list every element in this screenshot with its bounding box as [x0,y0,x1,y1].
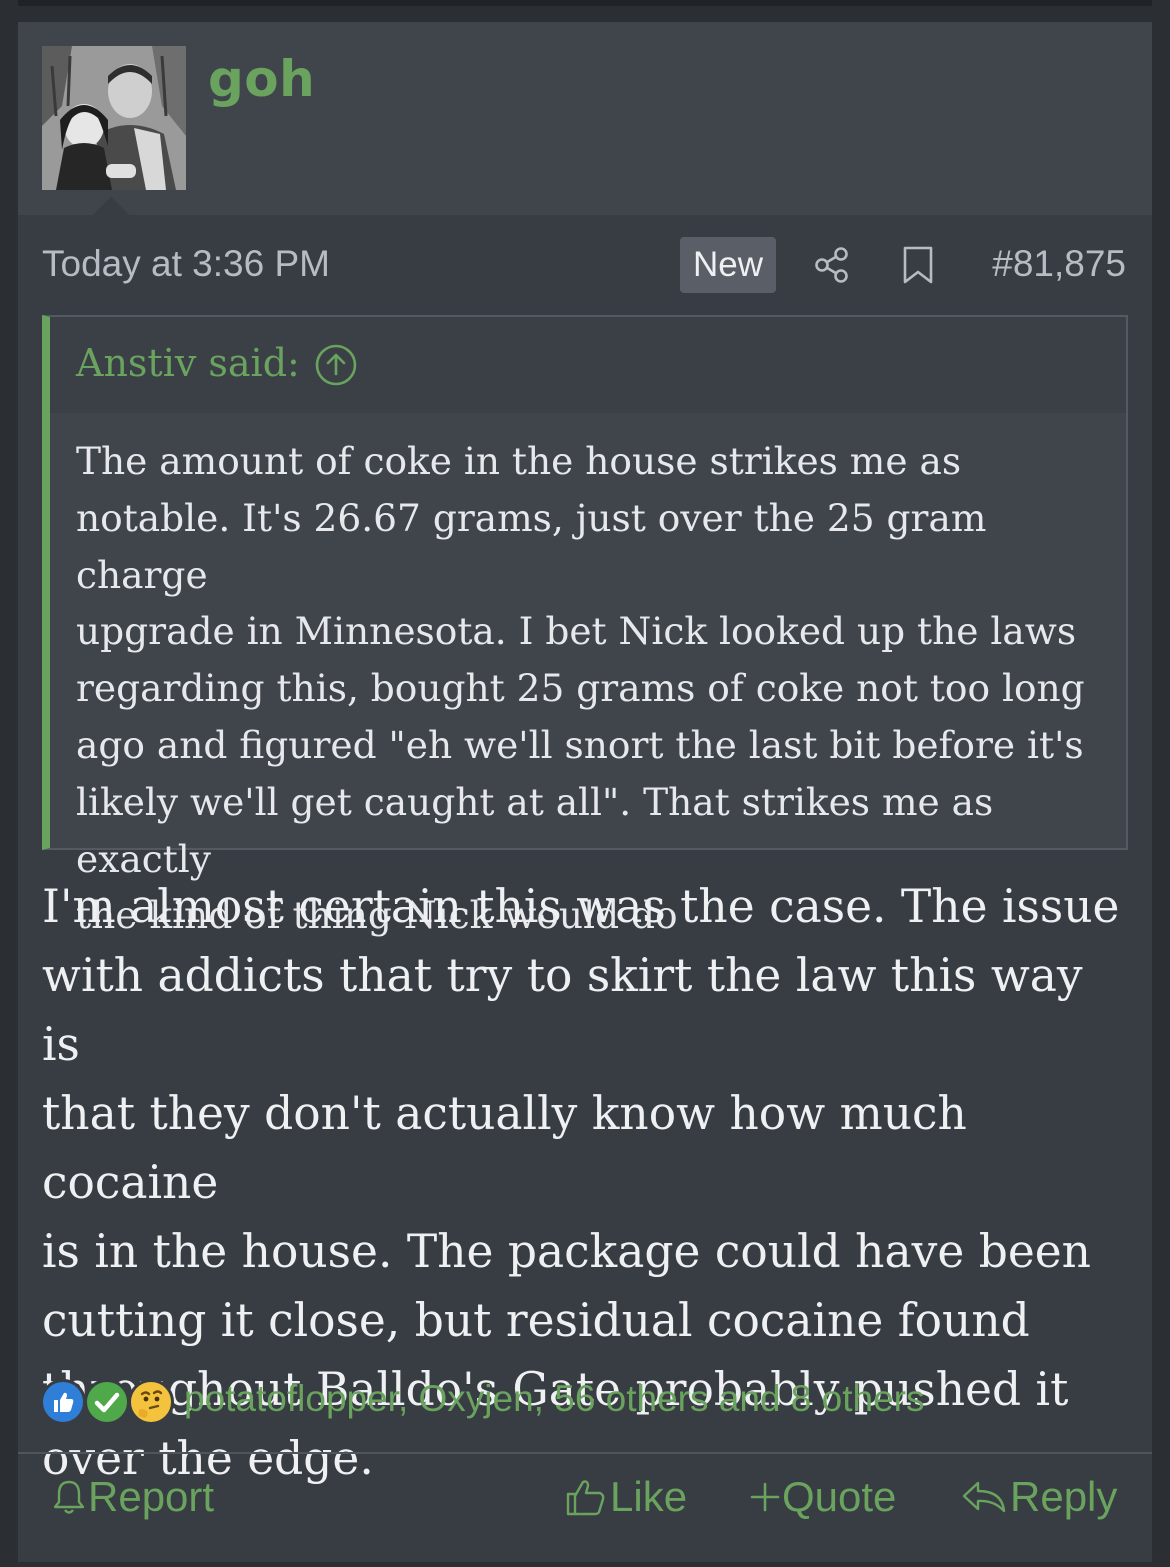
reply-arrow-icon [962,1481,1006,1513]
reaction-icons[interactable] [40,1377,180,1427]
message-line: I'm almost certain this was the case. Th… [42,880,1120,933]
reply-label: Reply [1010,1473,1118,1520]
previous-post-edge [18,0,1152,6]
jump-to-quote-icon[interactable] [314,343,358,392]
message-line: that they don't actually know how much c… [42,1087,967,1209]
share-icon[interactable] [812,245,852,290]
plus-icon [750,1482,780,1512]
quote-line: regarding this, bought 25 grams of coke … [76,666,1085,711]
post-action-bar: Report Like Quote Reply [18,1467,1152,1527]
agree-check-reaction-icon [84,1379,130,1425]
reaction-summary-link[interactable]: potatoflopper, Oxyjen, 56 others and 8 o… [184,1378,925,1420]
reaction-bar[interactable]: potatoflopper, Oxyjen, 56 others and 8 o… [40,1377,1140,1427]
quote-block: Anstiv said: The amount of coke in the h… [42,315,1128,937]
quote-line: likely we'll get caught at all". That st… [76,779,994,881]
forum-post: goh Today at 3:36 PM New #81,875 Anstiv … [18,22,1152,1562]
bookmark-icon[interactable] [901,245,935,290]
message-line: with addicts that try to skirt the law t… [42,949,1083,1071]
quote-author[interactable]: Anstiv said: [76,341,300,385]
username[interactable]: goh [208,50,315,108]
message-line: is in the house. The package could have … [42,1225,1091,1278]
quote-line: upgrade in Minnesota. I bet Nick looked … [76,609,1077,654]
quote-line: The amount of coke in the house strikes … [76,439,962,483]
quote-label: Quote [782,1473,897,1520]
bell-icon [53,1480,85,1514]
report-label: Report [88,1473,215,1520]
thumbs-up-icon [566,1480,605,1516]
quote-line: ago and figured "eh we'll snort the last… [76,722,1084,767]
like-reaction-icon [40,1379,86,1425]
quote-button[interactable]: Quote [748,1467,896,1527]
user-avatar[interactable] [42,46,186,190]
message-line: cutting it close, but residual cocaine f… [42,1294,1030,1347]
action-bar-divider [18,1452,1152,1454]
post-date[interactable]: Today at 3:36 PM [42,243,330,285]
like-label: Like [610,1473,688,1520]
post-meta-row: Today at 3:36 PM New #81,875 [18,237,1152,293]
new-badge: New [680,237,776,293]
thinking-face-reaction-icon [128,1379,174,1425]
post-number-link[interactable]: #81,875 [992,243,1126,285]
post-user-header: goh [18,22,1152,215]
quote-header: Anstiv said: [50,317,1126,413]
quote-text: The amount of coke in the house strikes … [76,433,1120,944]
report-button[interactable]: Report [50,1467,214,1527]
quote-line: notable. It's 26.67 grams, just over the… [76,495,987,597]
reply-button[interactable]: Reply [960,1467,1117,1527]
like-button[interactable]: Like [564,1467,687,1527]
